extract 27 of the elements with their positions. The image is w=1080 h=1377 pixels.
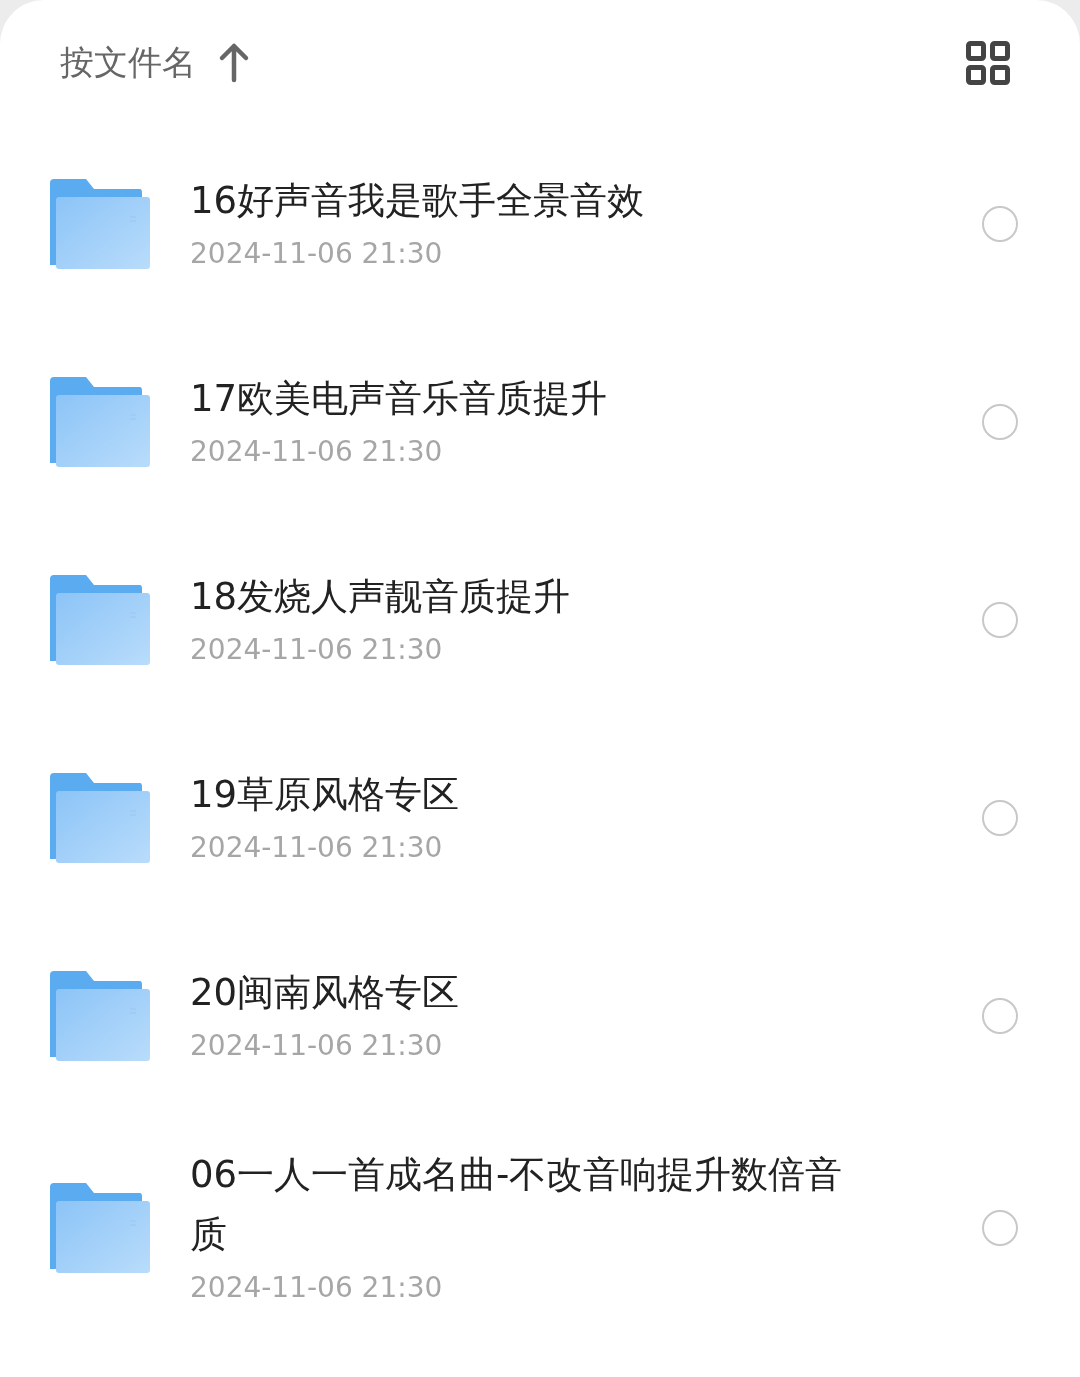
- modified-date: 2024-11-06 21:30: [190, 236, 444, 272]
- grid-view-icon[interactable]: [966, 40, 1010, 85]
- select-radio[interactable]: [982, 800, 1018, 836]
- folder-name: 06一人一首成名曲-不改音响提升数倍音质: [190, 1151, 844, 1258]
- modified-date: 2024-11-06 21:30: [190, 434, 444, 470]
- select-radio[interactable]: [982, 404, 1018, 440]
- modified-date: 2024-11-06 21:30: [190, 1269, 444, 1306]
- folder-name: 20闽南风格专区: [190, 970, 461, 1016]
- folder-icon: [50, 377, 150, 467]
- modified-date: 2024-11-06 21:30: [190, 1028, 444, 1064]
- sort-arrow-icon[interactable]: [218, 41, 250, 84]
- folder-icon: [50, 179, 150, 269]
- folder-name: 16好声音我是歌手全景音效: [190, 178, 646, 224]
- folder-icon: [50, 773, 150, 863]
- select-radio[interactable]: [982, 998, 1018, 1034]
- select-radio[interactable]: [982, 206, 1018, 242]
- modified-date: 2024-11-06 21:30: [190, 830, 444, 866]
- modified-date: 2024-11-06 21:30: [190, 632, 444, 668]
- folder-icon: [50, 1182, 150, 1273]
- folder-name: 17欧美电声音乐音质提升: [190, 376, 609, 422]
- folder-icon: [50, 575, 150, 665]
- select-radio[interactable]: [982, 1209, 1018, 1246]
- folder-name: 19草原风格专区: [190, 772, 461, 818]
- folder-icon: [50, 971, 150, 1061]
- folder-name: 18发烧人声靓音质提升: [190, 574, 572, 620]
- select-radio[interactable]: [982, 602, 1018, 638]
- sort-label[interactable]: 按文件名: [60, 39, 196, 86]
